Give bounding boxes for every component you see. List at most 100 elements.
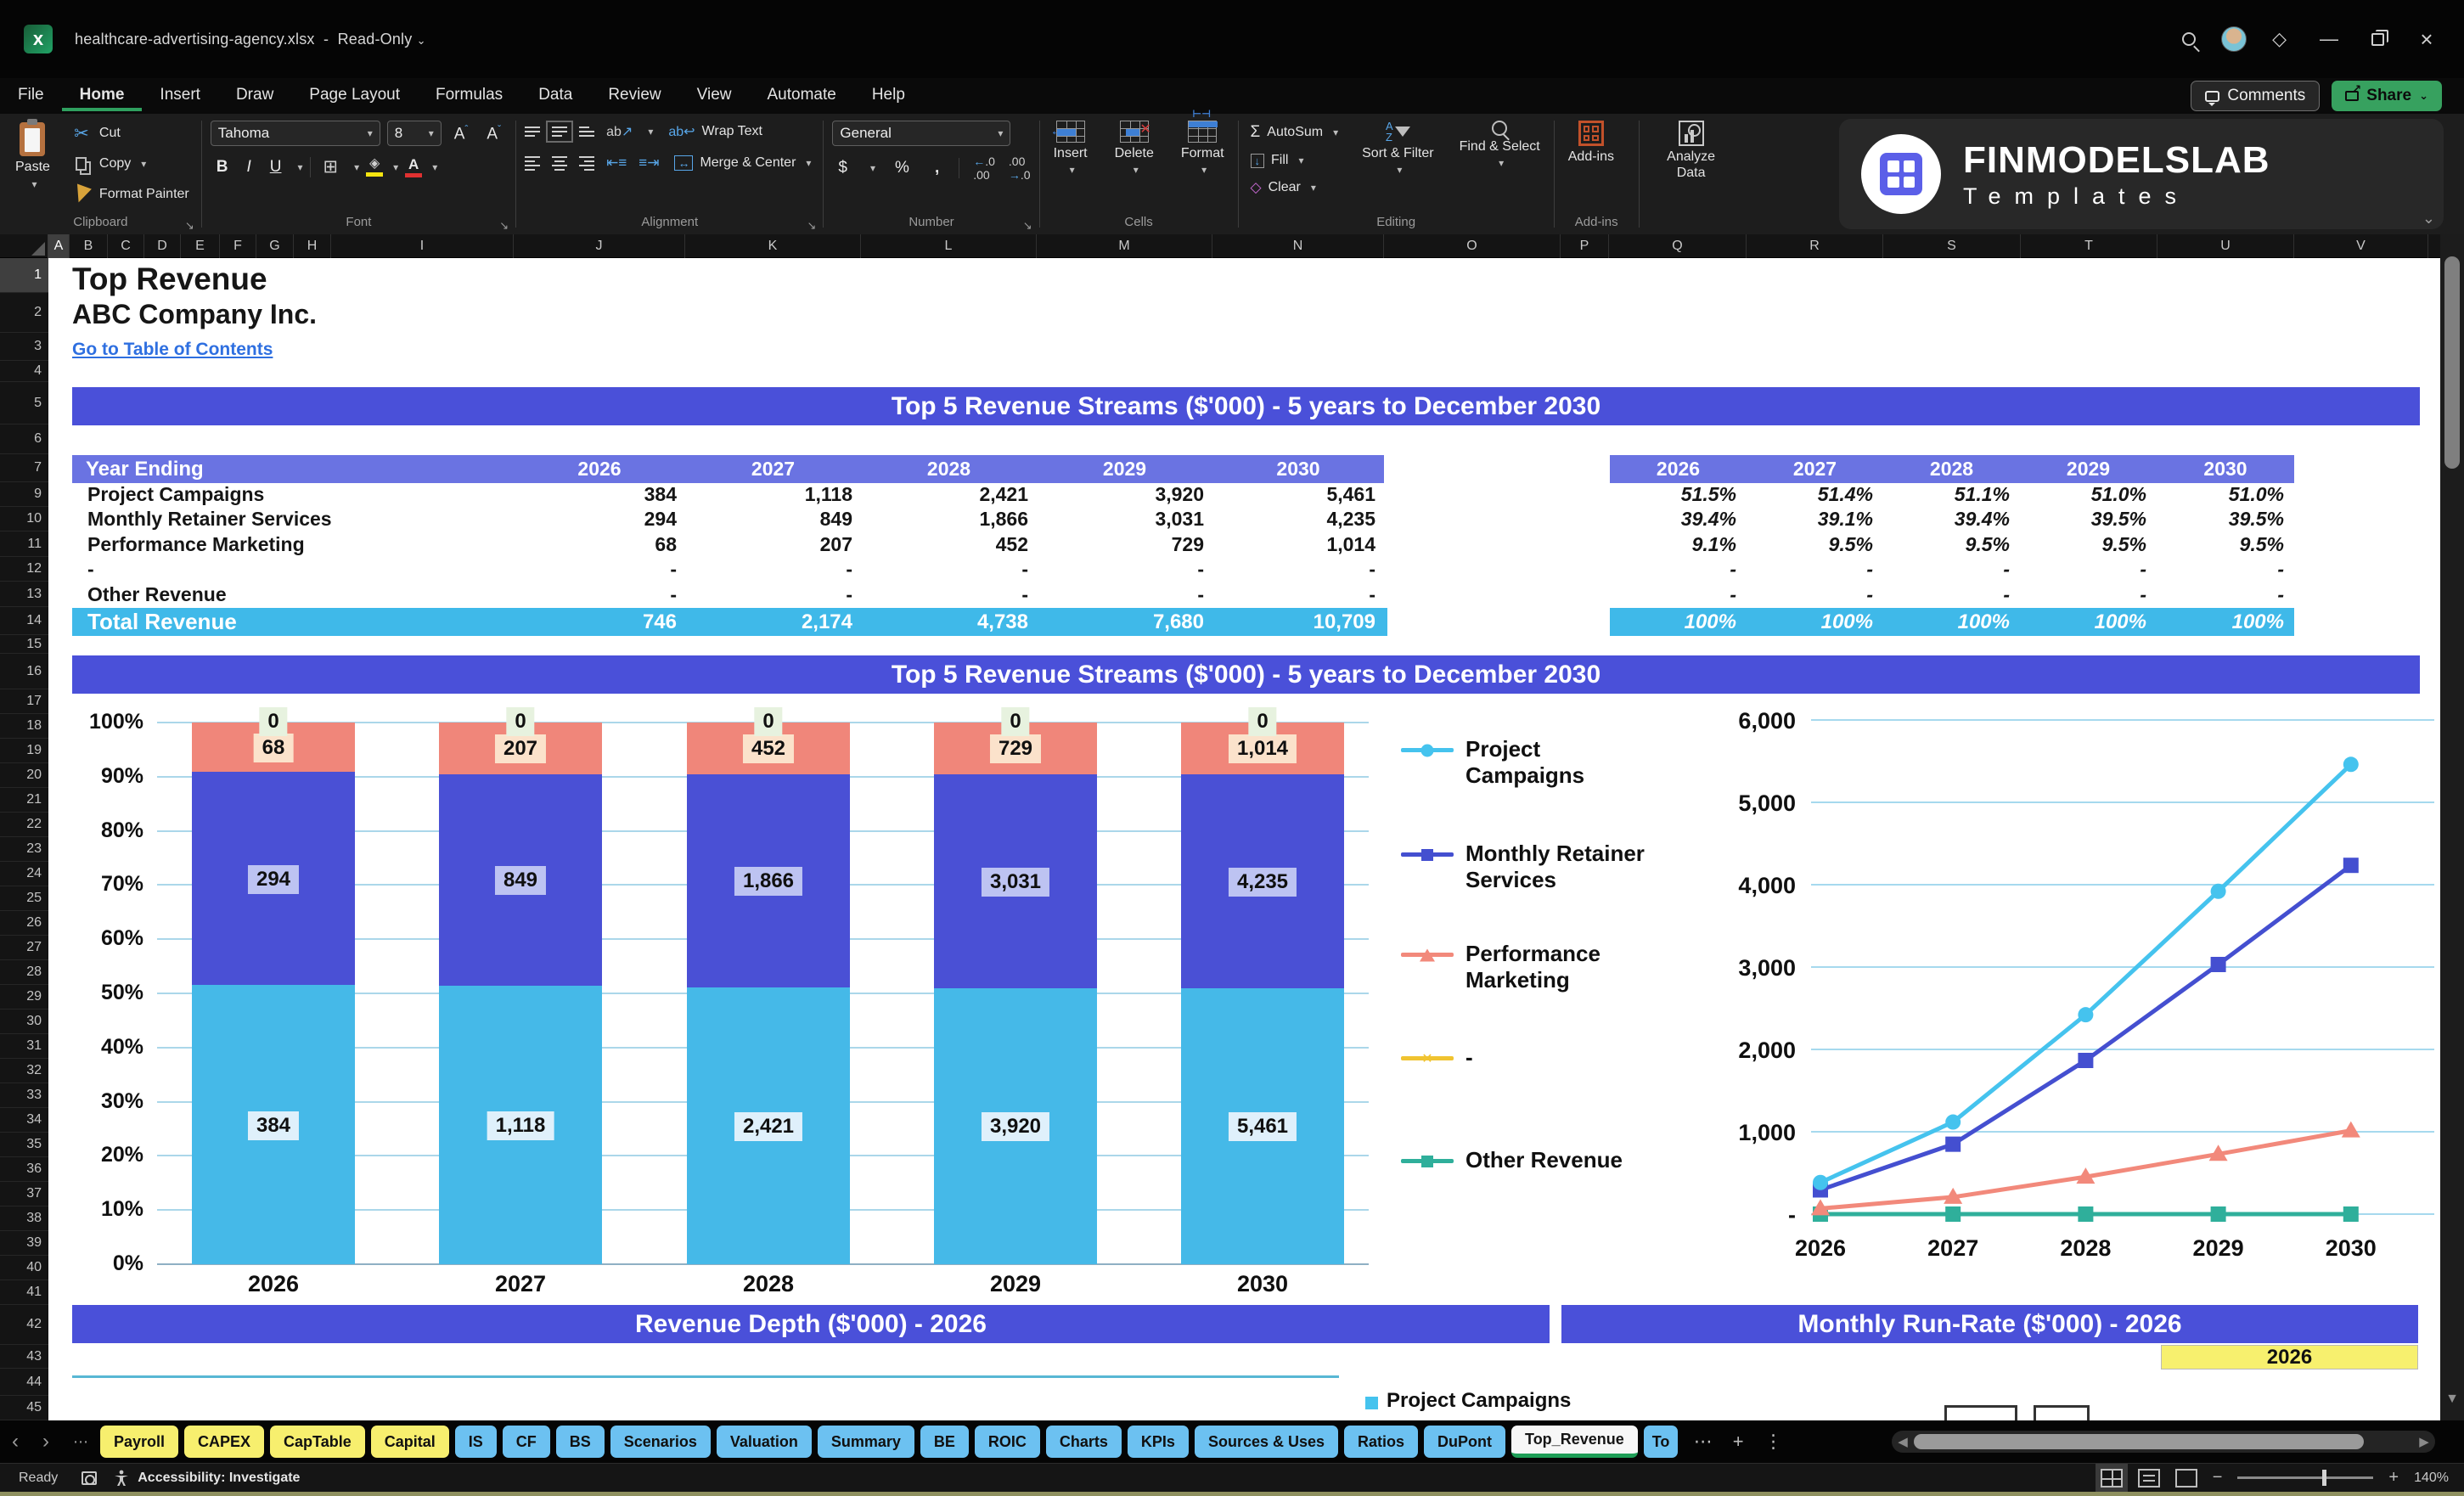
menu-tab-formulas[interactable]: Formulas <box>418 81 520 111</box>
total-value[interactable]: 746 <box>514 610 685 634</box>
column-header-A[interactable]: A <box>48 234 70 258</box>
cell-value[interactable]: 1,866 <box>861 508 1037 531</box>
row-header-30[interactable]: 30 <box>0 1010 48 1034</box>
cell-pct[interactable]: - <box>1883 583 2020 606</box>
row-header-27[interactable]: 27 <box>0 936 48 960</box>
cell-value[interactable]: - <box>514 583 685 606</box>
sheet-tab-top-revenue[interactable]: Top_Revenue <box>1511 1426 1638 1458</box>
row-header-20[interactable]: 20 <box>0 763 48 788</box>
cell-value[interactable]: 452 <box>861 533 1037 556</box>
cell-pct[interactable]: - <box>1747 558 1883 581</box>
cell-pct[interactable]: - <box>2020 558 2157 581</box>
cell-pct[interactable]: 39.5% <box>2020 508 2157 531</box>
accessibility-status[interactable]: Accessibility: Investigate <box>138 1471 300 1486</box>
row-header-34[interactable]: 34 <box>0 1108 48 1133</box>
row-header-3[interactable]: 3 <box>0 333 48 361</box>
menu-tab-page-layout[interactable]: Page Layout <box>291 81 418 111</box>
vertical-scrollbar[interactable]: ▼ <box>2440 234 2464 1420</box>
cell-pct[interactable]: - <box>2020 583 2157 606</box>
italic-button[interactable]: I <box>240 156 256 178</box>
row-header-22[interactable]: 22 <box>0 813 48 837</box>
align-bottom-icon[interactable] <box>579 127 595 137</box>
wrap-text-button[interactable]: ab↩ Wrap Text <box>665 121 766 143</box>
cell-pct[interactable]: 9.5% <box>2157 533 2294 556</box>
autosum-button[interactable]: Σ AutoSum ▾ <box>1247 121 1342 144</box>
cut-button[interactable]: ✂ Cut <box>67 121 193 146</box>
align-right-icon[interactable] <box>579 155 595 171</box>
clipboard-dialog-launcher[interactable]: ↘ <box>185 216 194 236</box>
minimize-button[interactable]: — <box>2312 28 2346 50</box>
sheet-tab-charts[interactable]: Charts <box>1045 1426 1122 1458</box>
year-header-2027[interactable]: 2027 <box>685 458 861 481</box>
row-header-15[interactable]: 15 <box>0 635 48 654</box>
scroll-left-icon[interactable]: ◀ <box>1892 1434 1914 1449</box>
row-header-19[interactable]: 19 <box>0 739 48 763</box>
menu-tab-automate[interactable]: Automate <box>749 81 853 111</box>
pct-year-header-2030[interactable]: 2030 <box>2157 458 2294 481</box>
row-header-39[interactable]: 39 <box>0 1231 48 1256</box>
row-header-36[interactable]: 36 <box>0 1157 48 1182</box>
column-header-I[interactable]: I <box>331 234 514 258</box>
sheet-tab-dupont[interactable]: DuPont <box>1424 1426 1506 1458</box>
row-header-33[interactable]: 33 <box>0 1083 48 1108</box>
row-header-28[interactable]: 28 <box>0 960 48 985</box>
column-header-L[interactable]: L <box>861 234 1037 258</box>
premium-diamond-icon[interactable]: ◇ <box>2272 28 2287 50</box>
cell-pct[interactable]: - <box>2157 583 2294 606</box>
decrease-font-icon[interactable]: Aˇ <box>481 121 507 145</box>
find-select-button[interactable]: Find & Select ▾ <box>1454 121 1545 170</box>
analyze-data-button[interactable]: Analyze Data <box>1648 121 1735 181</box>
font-family-select[interactable]: Tahoma ▾ <box>210 121 380 146</box>
menu-tab-data[interactable]: Data <box>520 81 590 111</box>
total-value[interactable]: 4,738 <box>861 610 1037 634</box>
align-top-icon[interactable] <box>525 127 541 137</box>
column-header-H[interactable]: H <box>294 234 331 258</box>
total-pct[interactable]: 100% <box>1883 610 2020 634</box>
column-header-B[interactable]: B <box>70 234 108 258</box>
cell-value[interactable]: 3,920 <box>1037 483 1212 506</box>
cell-value[interactable]: - <box>1212 558 1384 581</box>
total-value[interactable]: 10,709 <box>1212 610 1384 634</box>
fill-button[interactable]: ↓ Fill ▾ <box>1247 150 1342 171</box>
sheet-grid[interactable]: Top Revenue ABC Company Inc. Go to Table… <box>48 258 2440 1420</box>
row-header-44[interactable]: 44 <box>0 1369 48 1396</box>
cell-value[interactable]: 384 <box>514 483 685 506</box>
scroll-down-icon[interactable]: ▼ <box>2440 1386 2464 1412</box>
sheet-tab-sources-uses[interactable]: Sources & Uses <box>1194 1426 1339 1458</box>
cell-value[interactable]: - <box>861 558 1037 581</box>
zoom-slider[interactable] <box>2237 1470 2374 1486</box>
cell-pct[interactable]: - <box>1610 583 1747 606</box>
bold-button[interactable]: B <box>211 156 234 178</box>
comma-format-icon[interactable]: , <box>929 157 945 179</box>
row-header-1[interactable]: 1 <box>0 258 48 293</box>
row-header-13[interactable]: 13 <box>0 582 48 607</box>
format-painter-button[interactable]: Format Painter <box>67 182 193 207</box>
zoom-in-icon[interactable]: + <box>2388 1468 2399 1488</box>
menu-tab-help[interactable]: Help <box>854 81 923 111</box>
row-header-23[interactable]: 23 <box>0 837 48 862</box>
cell-value[interactable]: - <box>1212 583 1384 606</box>
row-header-37[interactable]: 37 <box>0 1182 48 1206</box>
cell-value[interactable]: - <box>1037 583 1212 606</box>
row-header-7[interactable]: 7 <box>0 454 48 482</box>
cell-pct[interactable]: - <box>1747 583 1883 606</box>
font-color-button[interactable]: A <box>405 157 423 177</box>
column-header-J[interactable]: J <box>514 234 685 258</box>
row-header-9[interactable]: 9 <box>0 482 48 507</box>
restore-button[interactable] <box>2371 29 2388 46</box>
column-header-V[interactable]: V <box>2294 234 2428 258</box>
horizontal-scrollbar-thumb[interactable] <box>1914 1434 2364 1449</box>
cell-pct[interactable]: - <box>1610 558 1747 581</box>
pct-year-header-2028[interactable]: 2028 <box>1883 458 2020 481</box>
cell-value[interactable]: 729 <box>1037 533 1212 556</box>
row-header-25[interactable]: 25 <box>0 886 48 911</box>
menu-tab-home[interactable]: Home <box>61 81 143 111</box>
cell-value[interactable]: 68 <box>514 533 685 556</box>
sheet-tab-captable[interactable]: CapTable <box>270 1426 365 1458</box>
row-header-26[interactable]: 26 <box>0 911 48 936</box>
row-header-24[interactable]: 24 <box>0 862 48 886</box>
insert-cells-button[interactable]: ← Insert ▾ <box>1049 121 1093 177</box>
search-icon[interactable] <box>2182 32 2197 46</box>
sheet-tab-capex[interactable]: CAPEX <box>184 1426 265 1458</box>
increase-font-icon[interactable]: Aˆ <box>448 121 475 145</box>
